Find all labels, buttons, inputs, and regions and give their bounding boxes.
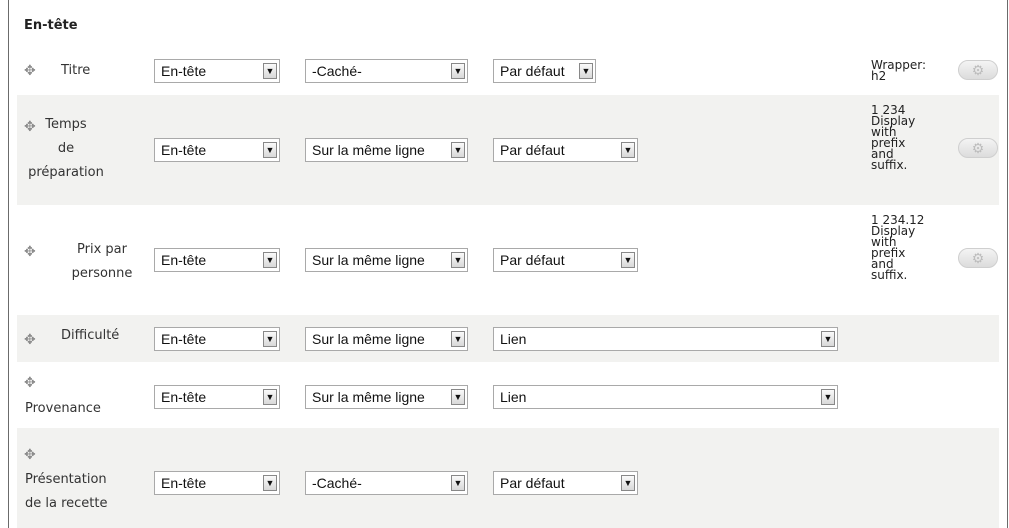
region-select-value: En-tête [161, 475, 207, 491]
formatter-select[interactable]: Lien ▼ [493, 327, 838, 351]
drag-handle-icon[interactable]: ✥ [24, 448, 38, 462]
region-select-value: En-tête [161, 63, 207, 79]
region-select[interactable]: En-tête ▼ [154, 471, 280, 495]
drag-handle-icon[interactable]: ✥ [24, 245, 38, 259]
dropdown-arrow-icon: ▼ [621, 142, 635, 158]
field-row-prix-par-personne: ✥ Prix par personne En-tête ▼ Sur la mêm… [17, 205, 999, 315]
label-display-select-value: -Caché- [312, 475, 362, 491]
formatter-select-value: Lien [500, 389, 527, 405]
label-display-select[interactable]: -Caché- ▼ [305, 59, 468, 83]
label-display-select[interactable]: -Caché- ▼ [305, 471, 468, 495]
dropdown-arrow-icon: ▼ [263, 63, 277, 79]
region-select[interactable]: En-tête ▼ [154, 248, 280, 272]
field-row-titre: ✥ Titre En-tête ▼ -Caché- ▼ Par défaut ▼… [17, 47, 999, 95]
gear-icon[interactable]: ⚙ [958, 60, 998, 80]
gear-icon[interactable]: ⚙ [958, 138, 998, 158]
dropdown-arrow-icon: ▼ [451, 389, 465, 405]
dropdown-arrow-icon: ▼ [263, 331, 277, 347]
dropdown-arrow-icon: ▼ [451, 142, 465, 158]
field-label: Titre [61, 63, 91, 78]
formatter-select[interactable]: Par défaut ▼ [493, 471, 638, 495]
region-select-value: En-tête [161, 252, 207, 268]
gear-icon[interactable]: ⚙ [958, 248, 998, 268]
formatter-select[interactable]: Par défaut ▼ [493, 248, 638, 272]
label-display-select[interactable]: Sur la même ligne ▼ [305, 385, 468, 409]
field-row-provenance: ✥ Provenance En-tête ▼ Sur la même ligne… [17, 362, 999, 428]
dropdown-arrow-icon: ▼ [451, 331, 465, 347]
formatter-select-value: Lien [500, 331, 527, 347]
drag-handle-icon[interactable]: ✥ [24, 64, 38, 78]
label-display-select-value: Sur la même ligne [312, 331, 425, 347]
dropdown-arrow-icon: ▼ [451, 63, 465, 79]
field-label: Présentation de la recette [25, 472, 108, 511]
region-select[interactable]: En-tête ▼ [154, 327, 280, 351]
label-display-select-value: -Caché- [312, 63, 362, 79]
formatter-summary: 1 234.12 Display with prefix and suffix. [871, 213, 925, 282]
dropdown-arrow-icon: ▼ [621, 252, 635, 268]
formatter-summary: 1 234 Display with prefix and suffix. [871, 103, 916, 172]
region-select-value: En-tête [161, 331, 207, 347]
formatter-summary: Wrapper: h2 [871, 58, 926, 83]
region-select[interactable]: En-tête ▼ [154, 59, 280, 83]
field-label: Provenance [25, 401, 101, 416]
dropdown-arrow-icon: ▼ [451, 252, 465, 268]
formatter-select-value: Par défaut [500, 475, 565, 491]
formatter-select[interactable]: Par défaut ▼ [493, 59, 596, 83]
section-title: En-tête [24, 18, 78, 33]
region-select-value: En-tête [161, 142, 207, 158]
field-row-difficulte: ✥ Difficulté En-tête ▼ Sur la même ligne… [17, 315, 999, 362]
dropdown-arrow-icon: ▼ [263, 389, 277, 405]
dropdown-arrow-icon: ▼ [263, 142, 277, 158]
field-label: Difficulté [61, 328, 120, 343]
label-display-select[interactable]: Sur la même ligne ▼ [305, 248, 468, 272]
region-select[interactable]: En-tête ▼ [154, 138, 280, 162]
label-display-select[interactable]: Sur la même ligne ▼ [305, 327, 468, 351]
drag-handle-icon[interactable]: ✥ [24, 333, 38, 347]
label-display-select-value: Sur la même ligne [312, 142, 425, 158]
field-label: Temps de préparation [28, 117, 104, 180]
region-select[interactable]: En-tête ▼ [154, 385, 280, 409]
region-select-value: En-tête [161, 389, 207, 405]
field-row-temps-de-preparation: ✥ Temps de préparation En-tête ▼ Sur la … [17, 95, 999, 205]
dropdown-arrow-icon: ▼ [821, 389, 835, 405]
field-label: Prix par personne [71, 242, 133, 281]
label-display-select[interactable]: Sur la même ligne ▼ [305, 138, 468, 162]
dropdown-arrow-icon: ▼ [621, 475, 635, 491]
dropdown-arrow-icon: ▼ [263, 252, 277, 268]
dropdown-arrow-icon: ▼ [579, 63, 593, 79]
formatter-select-value: Par défaut [500, 252, 565, 268]
dropdown-arrow-icon: ▼ [451, 475, 465, 491]
field-row-presentation-de-la-recette: ✥ Présentation de la recette En-tête ▼ -… [17, 428, 999, 528]
formatter-select[interactable]: Par défaut ▼ [493, 138, 638, 162]
formatter-select-value: Par défaut [500, 142, 565, 158]
dropdown-arrow-icon: ▼ [821, 331, 835, 347]
label-display-select-value: Sur la même ligne [312, 252, 425, 268]
drag-handle-icon[interactable]: ✥ [24, 376, 38, 390]
dropdown-arrow-icon: ▼ [263, 475, 277, 491]
formatter-select-value: Par défaut [500, 63, 565, 79]
formatter-select[interactable]: Lien ▼ [493, 385, 838, 409]
label-display-select-value: Sur la même ligne [312, 389, 425, 405]
